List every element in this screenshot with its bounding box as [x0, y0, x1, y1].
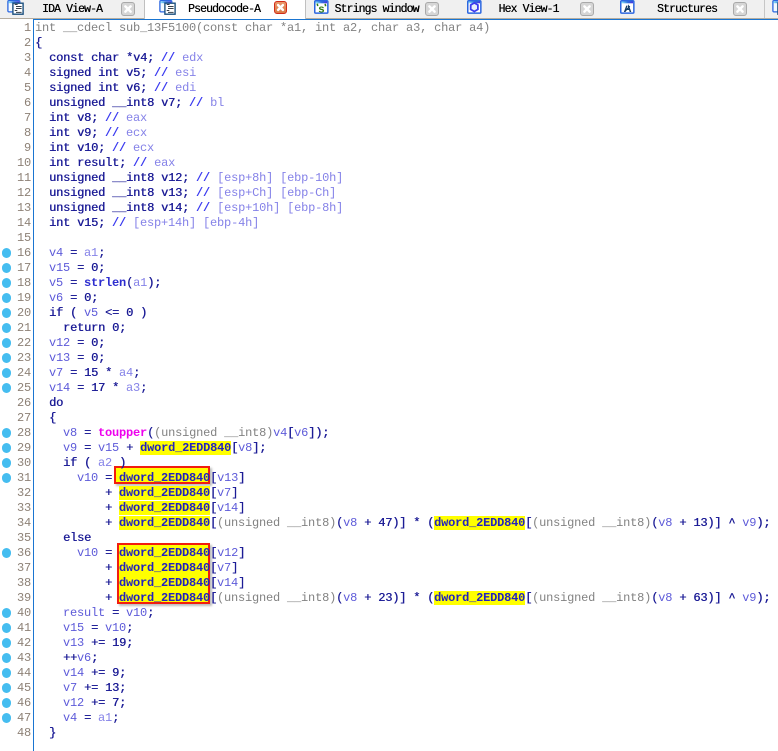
svg-text:s: s [318, 3, 324, 15]
